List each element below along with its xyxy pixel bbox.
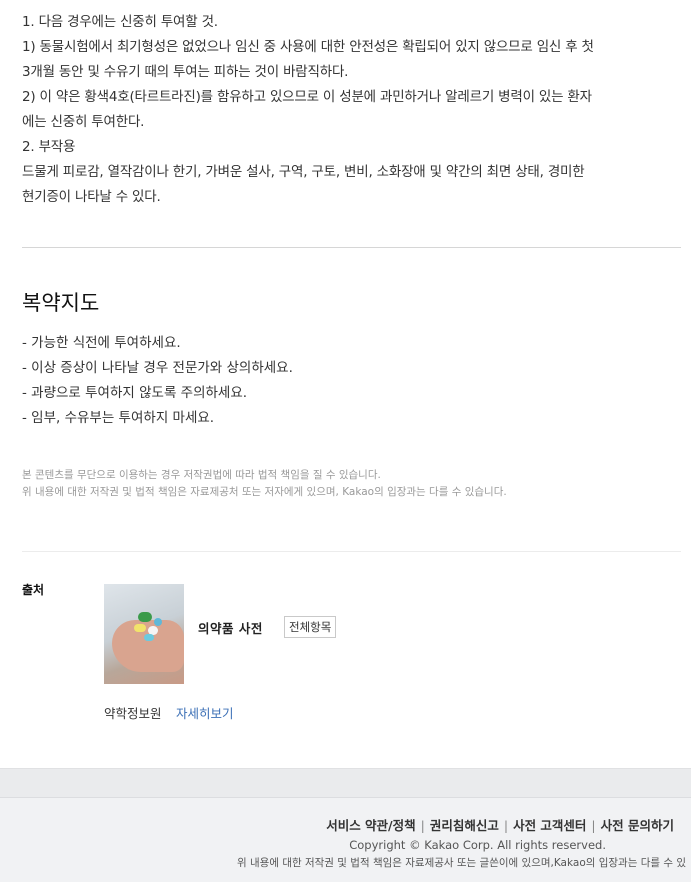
guide-item: - 과량으로 투여하지 않도록 주의하세요. [22,385,248,401]
all-items-button[interactable]: 전체항목 [284,616,337,638]
copyright-line: 위 내용에 대한 저작권 및 법적 책임은 자료제공처 또는 저자에게 있으며,… [22,486,507,498]
footer: 서비스 약관/정책 | 권리침해신고 | 사전 고객센터 | 사전 문의하기 Copyrig… [0,797,691,882]
caution-line: 1) 동물시험에서 최기형성은 없었으나 임신 중 사용에 대한 안전성은 확립… [22,39,594,55]
copyright-notice: 본 콘텐츠를 무단으로 이용하는 경우 저작권법에 따라 법적 책임을 질 수 … [22,467,507,501]
caution-line: 2. 부작용 [22,139,76,155]
guide-title: 복약지도 [22,291,100,315]
guide-item: - 임부, 수유부는 투여하지 마세요. [22,410,215,426]
footer-disclaimer: 위 내용에 대한 저작권 및 법적 책임은 자료제공사 또는 글쓴이에 있으며,… [237,857,687,869]
caution-line: 에는 신중히 투여한다. [22,114,145,130]
source-label: 출처 [22,583,45,597]
provider-name: 약학정보원 [104,706,162,721]
inquiry-link[interactable]: 사전 문의하기 [601,818,674,833]
caution-line: 3개월 동안 및 수유기 때의 투여는 피하는 것이 바람직하다. [22,64,349,80]
terms-link[interactable]: 서비스 약관/정책 [326,818,415,833]
drug-info-content: 1. 다음 경우에는 신중히 투여할 것. 1) 동물시험에서 최기형성은 없었… [22,0,681,210]
detail-link[interactable]: 자세히보기 [176,703,234,722]
section-divider [22,247,681,248]
pill-shape [144,634,154,641]
dictionary-name[interactable]: 의약품 사전 [198,618,263,637]
pill-shape [134,624,146,632]
pill-shape [154,618,162,626]
caution-line: 1. 다음 경우에는 신중히 투여할 것. [22,14,218,30]
cautions-section: 1. 다음 경우에는 신중히 투여할 것. 1) 동물시험에서 최기형성은 없었… [22,0,681,210]
rights-report-link[interactable]: 권리침해신고 [430,818,499,833]
source-divider [22,551,681,552]
customer-center-link[interactable]: 사전 고객센터 [513,818,586,833]
caution-line: 드물게 피로감, 열작감이나 한기, 가벼운 설사, 구역, 구토, 변비, 소… [22,164,585,180]
guide-item: - 이상 증상이 나타날 경우 전문가와 상의하세요. [22,360,293,376]
footer-copyright: Copyright © Kakao Corp. All rights reser… [349,838,606,852]
footer-separator: | [503,818,509,833]
footer-separator: | [591,818,596,833]
caution-line: 현기증이 나타날 수 있다. [22,189,161,205]
guide-list: - 가능한 식전에 투여하세요. - 이상 증상이 나타날 경우 전문가와 상의… [22,331,293,431]
footer-band [0,768,691,797]
guide-item: - 가능한 식전에 투여하세요. [22,335,181,351]
footer-separator: | [420,818,425,833]
caution-line: 2) 이 약은 황색4호(타르트라진)를 함유하고 있으므로 이 성분에 과민하… [22,89,592,105]
dictionary-thumbnail[interactable] [104,584,184,684]
pill-shape [138,612,152,622]
footer-links: 서비스 약관/정책 | 권리침해신고 | 사전 고객센터 | 사전 문의하기 [326,815,674,834]
copyright-line: 본 콘텐츠를 무단으로 이용하는 경우 저작권법에 따라 법적 책임을 질 수 … [22,469,381,481]
